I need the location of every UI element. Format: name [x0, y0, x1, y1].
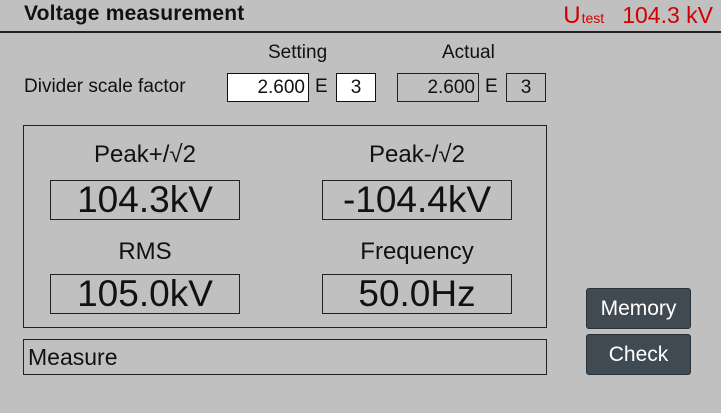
frequency-value: 50.0Hz — [322, 274, 512, 314]
header-divider — [0, 31, 721, 33]
actual-mantissa-display: 2.600 — [397, 73, 479, 102]
status-bar: Measure — [23, 339, 547, 375]
rms-label: RMS — [118, 238, 172, 265]
actual-e-symbol: E — [485, 76, 498, 97]
divider-scale-factor-label: Divider scale factor — [24, 76, 186, 97]
peak-minus-label: Peak-/√2 — [369, 141, 465, 168]
peak-plus-value: 104.3kV — [50, 180, 240, 220]
memory-button[interactable]: Memory — [586, 288, 691, 329]
setting-exponent-input[interactable]: 3 — [336, 73, 376, 102]
utest-subscript: test — [581, 10, 605, 26]
utest-readout: Utest 104.3 kV — [563, 2, 713, 30]
page-title: Voltage measurement — [24, 2, 245, 25]
setting-column-header: Setting — [268, 42, 328, 63]
actual-exponent-display: 3 — [506, 73, 546, 102]
utest-symbol: U — [563, 2, 581, 29]
frequency-label: Frequency — [360, 238, 474, 265]
rms-value: 105.0kV — [50, 274, 240, 314]
peak-minus-value: -104.4kV — [322, 180, 512, 220]
peak-plus-label: Peak+/√2 — [94, 141, 196, 168]
setting-mantissa-input[interactable]: 2.600 — [227, 73, 309, 102]
setting-e-symbol: E — [315, 76, 328, 97]
actual-column-header: Actual — [442, 42, 495, 63]
utest-value: 104.3 kV — [622, 2, 713, 28]
check-button[interactable]: Check — [586, 334, 691, 375]
